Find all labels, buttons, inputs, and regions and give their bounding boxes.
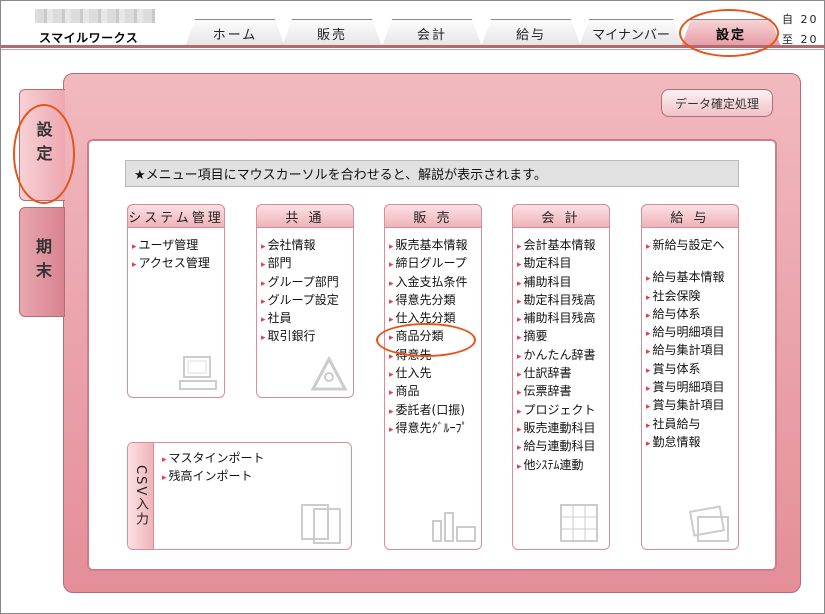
tab-accounting[interactable]: 会計 (382, 19, 482, 47)
menu-employee-salary[interactable]: 社員給与 (646, 415, 738, 433)
menu-supplier[interactable]: 仕入先 (389, 364, 481, 382)
menu-sub-account-balance[interactable]: 補助科目残高 (517, 309, 609, 327)
panel-sales: 販 売 販売基本情報 締日グループ 入金支払条件 得意先分類 仕入先分類 商品分… (384, 204, 482, 550)
menu-product[interactable]: 商品 (389, 382, 481, 400)
panel-payroll: 給 与 新給与設定へ 給与基本情報 社会保険 給与体系 給与明細項目 給与集計項… (641, 204, 739, 550)
menu-summary[interactable]: 摘要 (517, 327, 609, 345)
menu-payroll-basic-info[interactable]: 給与基本情報 (646, 268, 738, 286)
menu-payment-terms[interactable]: 入金支払条件 (389, 273, 481, 291)
menu-consignor[interactable]: 委託者(口振) (389, 401, 481, 419)
menu-journal-dictionary[interactable]: 仕訳辞書 (517, 364, 609, 382)
menu-payslip-items[interactable]: 給与明細項目 (646, 323, 738, 341)
company-logo-blurred (35, 9, 155, 23)
menu-salary-structure[interactable]: 給与体系 (646, 305, 738, 323)
menu-user-management[interactable]: ユーザ管理 (132, 236, 224, 254)
tab-payroll[interactable]: 給与 (481, 19, 581, 47)
menu-customer-category[interactable]: 得意先分類 (389, 291, 481, 309)
menu-sales-linked-accounts[interactable]: 販売連動科目 (517, 419, 609, 437)
register-icon (432, 512, 476, 542)
highlight-product-category (376, 323, 476, 357)
menu-account-balance[interactable]: 勘定科目残高 (517, 291, 609, 309)
panel-common: 共 通 会社情報 部門 グループ部門 グループ設定 社員 取引銀行 (256, 204, 354, 398)
menu-balance-import[interactable]: 残高インポート (162, 467, 265, 485)
menu-project[interactable]: プロジェクト (517, 401, 609, 419)
menu-slip-dictionary[interactable]: 伝票辞書 (517, 382, 609, 400)
tab-sales[interactable]: 販売 (282, 19, 382, 47)
info-bar: ★メニュー項目にマウスカーソルを合わせると、解説が表示されます。 (125, 160, 739, 187)
menu-account-titles[interactable]: 勘定科目 (517, 254, 609, 272)
data-confirm-button[interactable]: データ確定処理 (661, 89, 773, 117)
menu-social-insurance[interactable]: 社会保険 (646, 287, 738, 305)
panel-payroll-title: 給 与 (641, 204, 739, 228)
menu-group-department[interactable]: グループ部門 (261, 273, 353, 291)
highlight-settings-tab (679, 9, 779, 57)
menu-sub-accounts[interactable]: 補助科目 (517, 273, 609, 291)
menu-other-system-link[interactable]: 他ｼｽﾃﾑ連動 (517, 456, 609, 474)
menu-bonus-totals[interactable]: 賞与集計項目 (646, 396, 738, 414)
documents-icon (301, 504, 341, 544)
payslip-icon (688, 505, 729, 542)
menu-attendance[interactable]: 勤怠情報 (646, 433, 738, 451)
panel-system-title: システム管理 (127, 204, 225, 228)
tab-home[interactable]: ホーム (185, 19, 285, 47)
menu-bonus-structure[interactable]: 賞与体系 (646, 360, 738, 378)
network-icon (310, 355, 348, 391)
menu-bonus-items[interactable]: 賞与明細項目 (646, 378, 738, 396)
panel-csv-title: CSV入力 (128, 443, 154, 549)
menu-accounting-basic-info[interactable]: 会計基本情報 (517, 236, 609, 254)
panel-system: システム管理 ユーザ管理 アクセス管理 (127, 204, 225, 398)
highlight-side-settings (13, 104, 75, 204)
menu-department[interactable]: 部門 (261, 254, 353, 272)
panel-common-title: 共 通 (256, 204, 354, 228)
tab-mynumber[interactable]: マイナンバー (579, 19, 683, 47)
menu-customer-group[interactable]: 得意先ｸﾞﾙｰﾌﾟ (389, 419, 481, 437)
menu-access-management[interactable]: アクセス管理 (132, 254, 224, 272)
menu-sales-basic-info[interactable]: 販売基本情報 (389, 236, 481, 254)
panel-accounting: 会 計 会計基本情報 勘定科目 補助科目 勘定科目残高 補助科目残高 摘要 かん… (512, 204, 610, 550)
spreadsheet-icon (560, 504, 598, 542)
panel-sales-title: 販 売 (384, 204, 482, 228)
menu-new-payroll-settings[interactable]: 新給与設定へ (646, 236, 738, 254)
menu-company-info[interactable]: 会社情報 (261, 236, 353, 254)
menu-master-import[interactable]: マスタインポート (162, 449, 265, 467)
panel-csv-import: CSV入力 マスタインポート 残高インポート (127, 442, 352, 550)
side-tab-period-end[interactable]: 期末 (19, 207, 65, 317)
period-from: 自 20 (782, 13, 819, 26)
menu-closing-group[interactable]: 締日グループ (389, 254, 481, 272)
menu-bank[interactable]: 取引銀行 (261, 327, 353, 345)
menu-group-settings[interactable]: グループ設定 (261, 291, 353, 309)
app-name: スマイルワークス (39, 31, 139, 45)
menu-easy-dictionary[interactable]: かんたん辞書 (517, 346, 609, 364)
computer-icon (179, 356, 217, 390)
menu-employee[interactable]: 社員 (261, 309, 353, 327)
menu-payroll-linked-accounts[interactable]: 給与連動科目 (517, 437, 609, 455)
menu-payroll-totals[interactable]: 給与集計項目 (646, 341, 738, 359)
panel-accounting-title: 会 計 (512, 204, 610, 228)
